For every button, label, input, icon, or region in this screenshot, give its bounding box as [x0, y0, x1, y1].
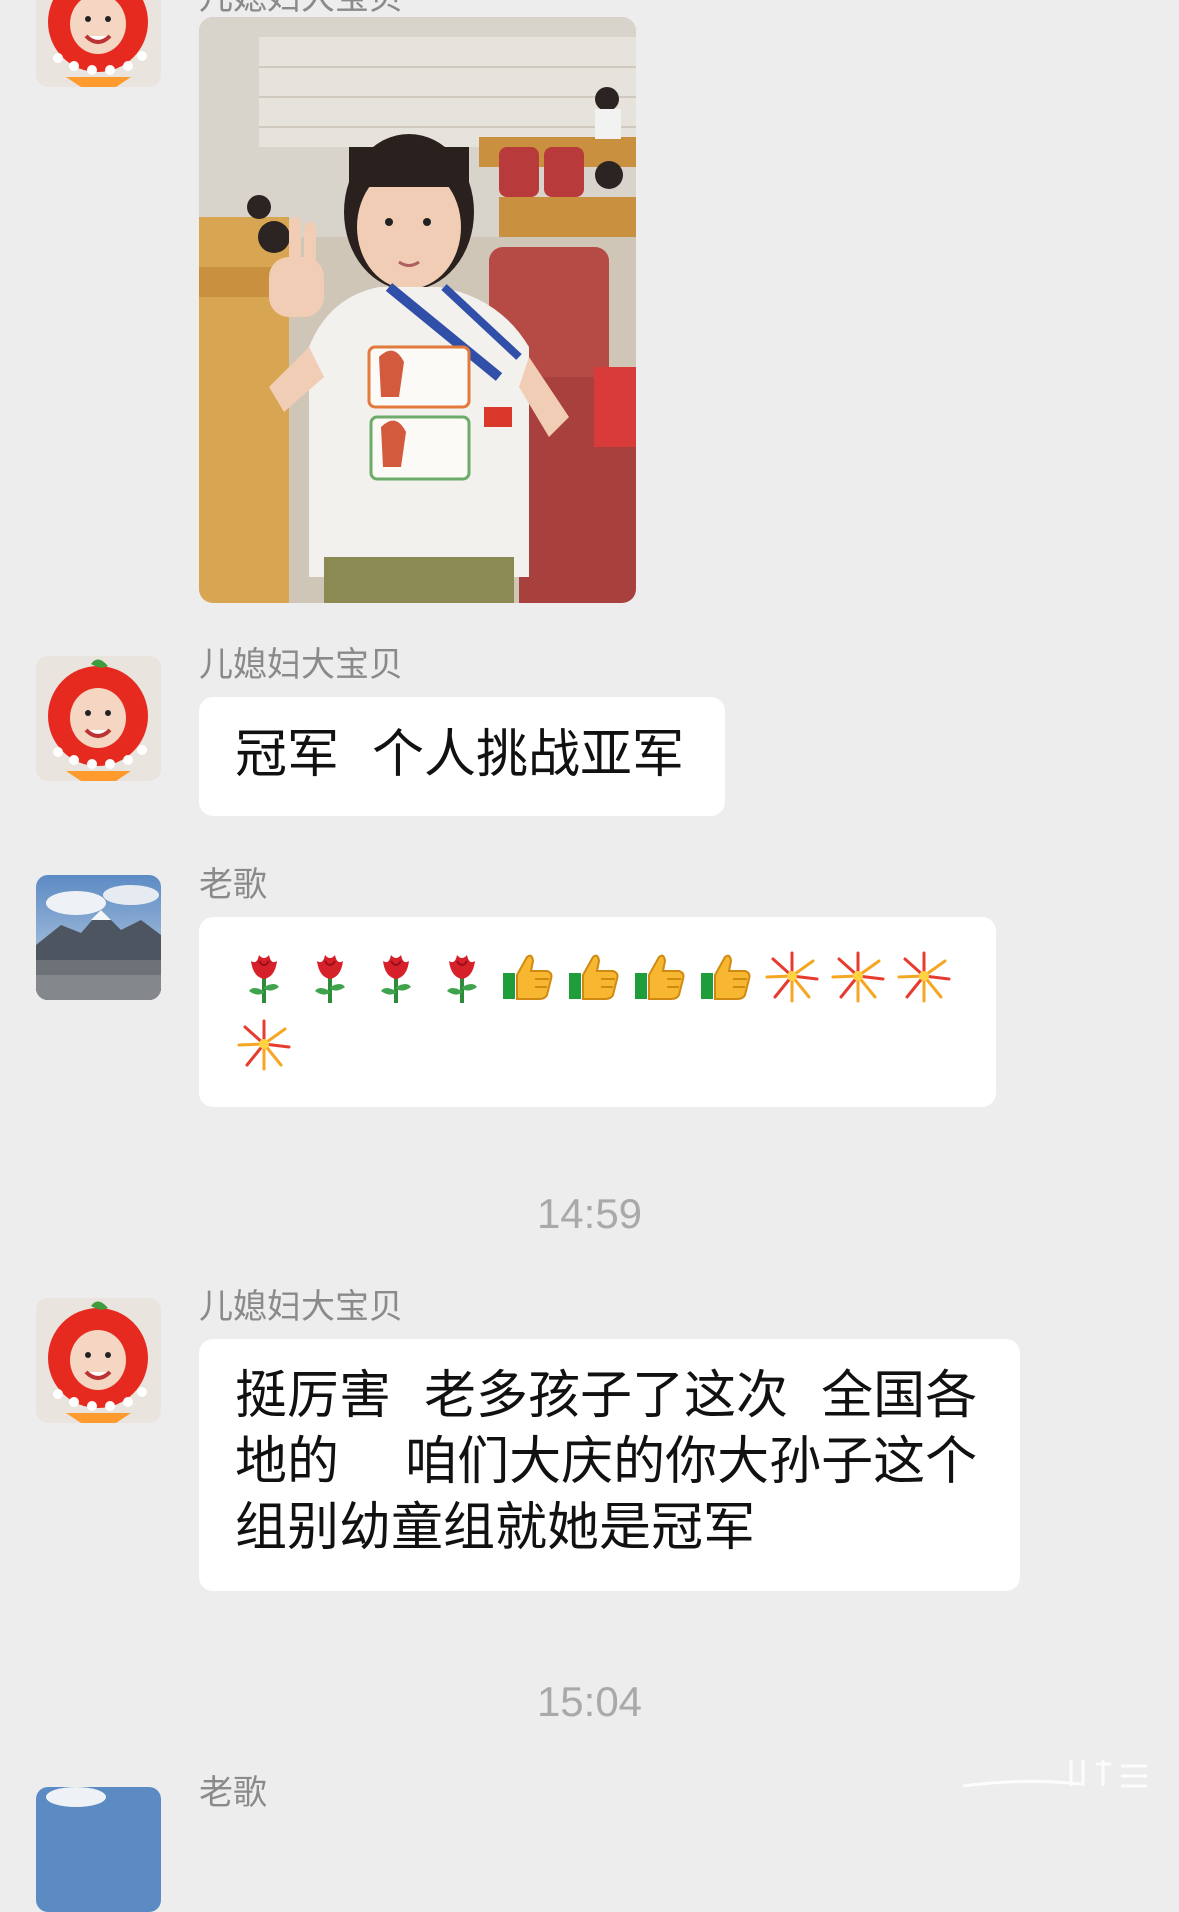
sender-avatar-daughter-in-law[interactable] [36, 656, 161, 781]
thumbs-up-emoji-icon [565, 947, 623, 1005]
thumbs-up-emoji-icon [697, 947, 755, 1005]
sender-avatar-daughter-in-law[interactable] [36, 1298, 161, 1423]
thumbs-up-emoji-icon [631, 947, 689, 1005]
chat-emoji-bubble[interactable] [199, 917, 996, 1107]
sender-name-partial: 儿媳妇大宝贝 [199, 0, 403, 18]
message-text: 挺厉害 老多孩子了这次 全国各地的 咱们大庆的你大孙子这个组别幼童组就她是冠军 [235, 1366, 978, 1558]
sender-name: 老歌 [199, 865, 267, 905]
rose-emoji-icon [301, 947, 359, 1005]
chat-photo-message[interactable] [199, 17, 636, 603]
fireworks-emoji-icon [829, 947, 887, 1005]
fireworks-emoji-icon [895, 947, 953, 1005]
rose-emoji-icon [367, 947, 425, 1005]
sender-name: 儿媳妇大宝贝 [199, 1287, 403, 1327]
watermark-logo [961, 1756, 1151, 1790]
sender-name: 儿媳妇大宝贝 [199, 645, 403, 685]
fireworks-emoji-icon [235, 1015, 293, 1073]
fireworks-emoji-icon [763, 947, 821, 1005]
sender-name: 老歌 [199, 1773, 267, 1813]
chat-timestamp: 14:59 [536, 1190, 643, 1237]
sender-avatar-laoge[interactable] [36, 875, 161, 1000]
rose-emoji-icon [235, 947, 293, 1005]
rose-emoji-icon [433, 947, 491, 1005]
emoji-row [199, 917, 996, 1107]
thumbs-up-emoji-icon [499, 947, 557, 1005]
sender-avatar-laoge[interactable] [36, 1787, 161, 1912]
chat-timestamp: 15:04 [536, 1678, 643, 1725]
chat-text-bubble[interactable]: 冠军 个人挑战亚军 [199, 697, 725, 816]
message-text: 冠军 个人挑战亚军 [235, 725, 685, 785]
sender-avatar-daughter-in-law[interactable] [36, 0, 161, 87]
chat-text-bubble[interactable]: 挺厉害 老多孩子了这次 全国各地的 咱们大庆的你大孙子这个组别幼童组就她是冠军 [199, 1339, 1020, 1591]
